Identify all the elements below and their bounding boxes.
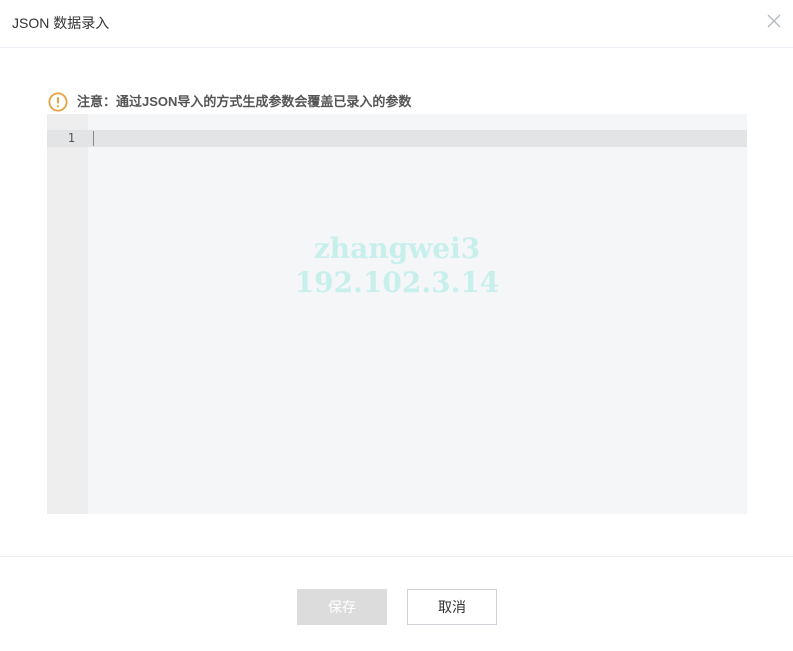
dialog-title: JSON 数据录入	[12, 15, 110, 31]
cancel-button[interactable]: 取消	[407, 589, 497, 625]
notice-text: 注意：通过JSON导入的方式生成参数会覆盖已录入的参数	[77, 94, 412, 109]
watermark: zhangwei3 192.102.3.14	[247, 232, 547, 300]
json-import-dialog: JSON 数据录入 注意：通过JSON导入的方式生成参数会覆盖已录入的参数 1	[0, 0, 793, 651]
code-line[interactable]	[92, 130, 742, 147]
save-button[interactable]: 保存	[297, 589, 387, 625]
json-editor[interactable]: 1 zhangwei3 192.102.3.14	[47, 114, 747, 514]
dialog-header: JSON 数据录入	[0, 0, 793, 48]
warning-circle-icon	[48, 92, 68, 112]
watermark-ip: 192.102.3.14	[294, 266, 500, 299]
dialog-footer: 保存 取消	[0, 556, 793, 651]
editor-gutter	[47, 114, 88, 514]
notice-bar: 注意：通过JSON导入的方式生成参数会覆盖已录入的参数	[48, 92, 411, 112]
watermark-user: zhangwei3	[313, 232, 481, 265]
text-cursor	[93, 131, 94, 146]
close-icon[interactable]	[767, 14, 781, 28]
line-number: 1	[67, 131, 75, 145]
